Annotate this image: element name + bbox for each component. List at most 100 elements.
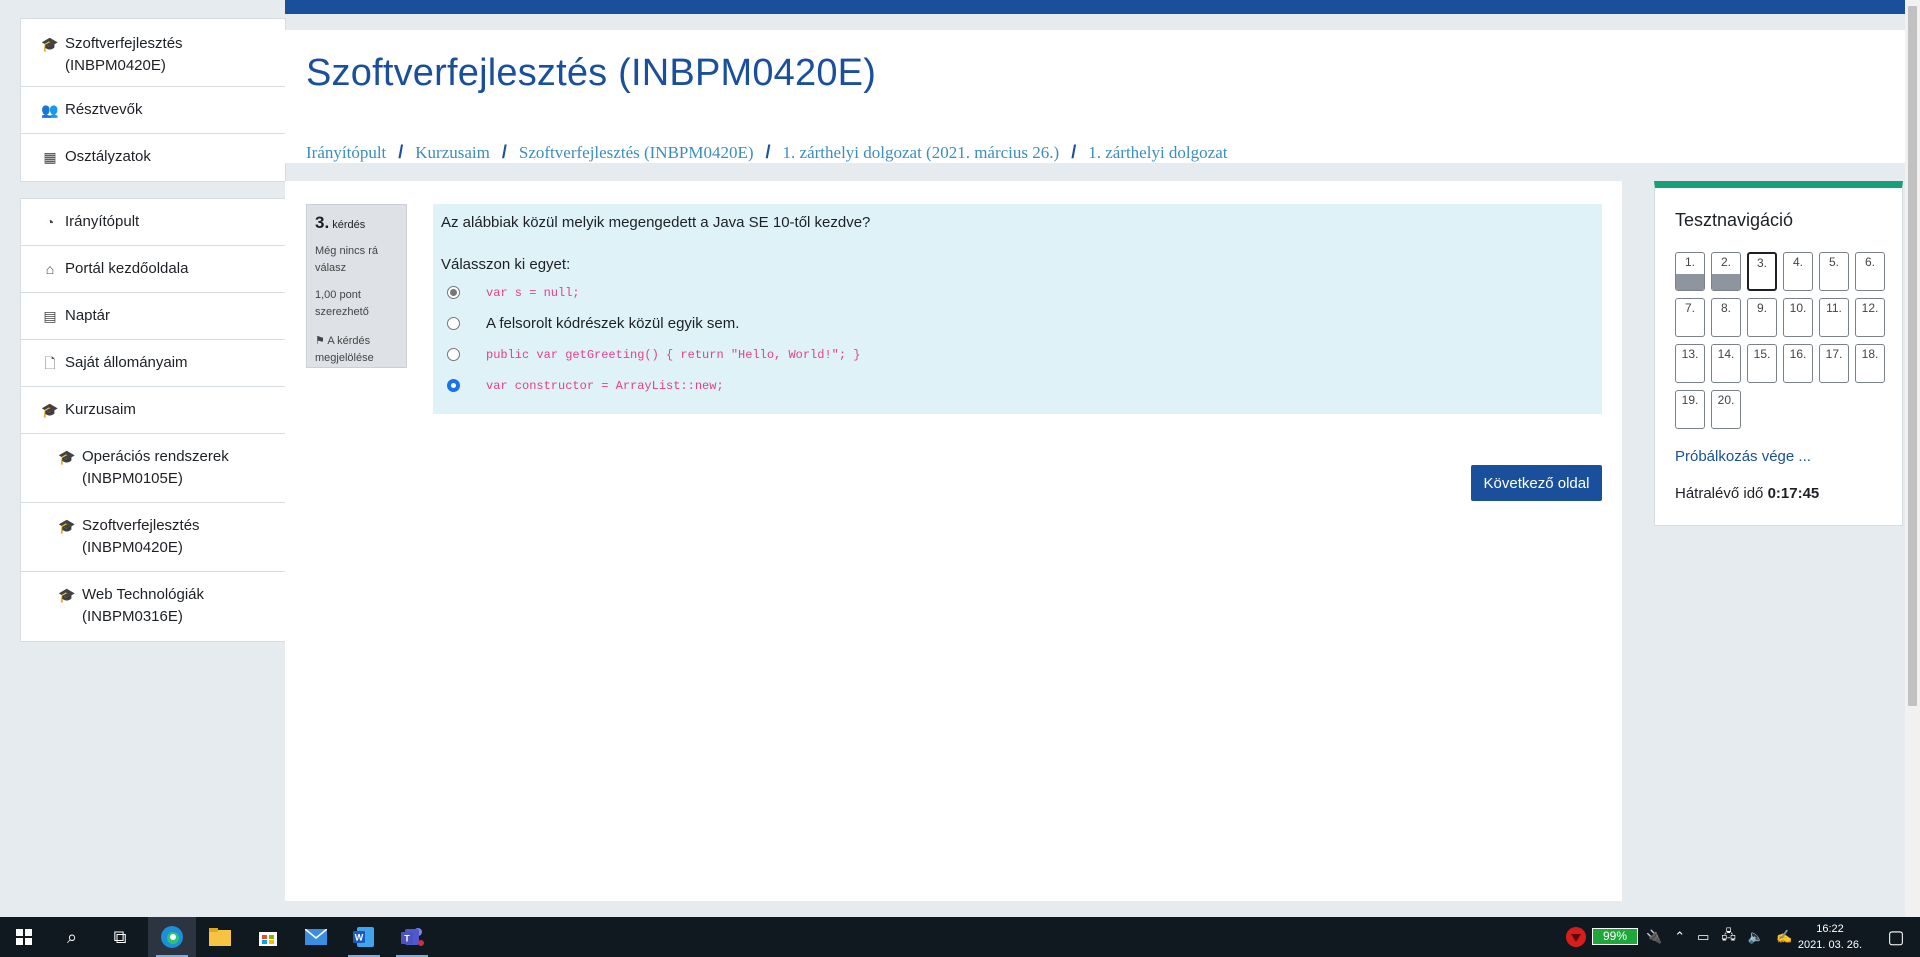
- power-plug-icon[interactable]: 🔌: [1646, 929, 1662, 945]
- word-icon[interactable]: W: [340, 917, 388, 957]
- answer-option-2[interactable]: A felsorolt kódrészek közül egyik sem.: [441, 308, 1594, 339]
- system-tray-icons: 🔌 ⌃ ▭ 🖧 🔈 ✍: [1646, 917, 1792, 957]
- quiz-nav-button[interactable]: 20.: [1711, 390, 1741, 429]
- battery-indicator[interactable]: 99%: [1592, 928, 1638, 945]
- quiz-nav-button[interactable]: 18.: [1855, 344, 1885, 383]
- drawer-item-site-home[interactable]: ⌂ Portál kezdőoldala: [21, 246, 285, 293]
- quiz-navigation: Tesztnavigáció 1. 2. 3. 4. 5. 6. 7. 8. 9…: [1654, 181, 1903, 526]
- quiz-nav-button[interactable]: 2.: [1711, 252, 1741, 291]
- pen-icon[interactable]: ✍: [1776, 929, 1792, 945]
- quiz-nav-button[interactable]: 5.: [1819, 252, 1849, 291]
- drawer-item-calendar[interactable]: ▤ Naptár: [21, 293, 285, 340]
- quiz-nav-button[interactable]: 6.: [1855, 252, 1885, 291]
- answer-radio-1[interactable]: [447, 286, 460, 299]
- home-icon: ⌂: [45, 261, 55, 277]
- chevron-up-icon[interactable]: ⌃: [1674, 929, 1685, 945]
- breadcrumb-my-courses[interactable]: Kurzusaim: [415, 143, 490, 162]
- breadcrumb: Irányítópult / Kurzusaim / Szoftverfejleszté…: [306, 142, 1227, 163]
- quiz-nav-button-current[interactable]: 3.: [1747, 252, 1777, 291]
- drawer-item-dashboard[interactable]: ◔ Irányítópult: [21, 199, 285, 246]
- dashboard-icon: ◔: [45, 214, 55, 230]
- quiz-nav-button[interactable]: 10.: [1783, 298, 1813, 337]
- svg-text:W: W: [355, 933, 364, 943]
- quiz-nav-button[interactable]: 15.: [1747, 344, 1777, 383]
- answer-option-4[interactable]: var constructor = ArrayList::new;: [441, 370, 1594, 401]
- drawer-item-course-web[interactable]: 🎓 Web Technológiák (INBPM0316E): [21, 572, 285, 641]
- drawer-item-course-os[interactable]: 🎓 Operációs rendszerek (INBPM0105E): [21, 434, 285, 503]
- breadcrumb-dashboard[interactable]: Irányítópult: [306, 143, 386, 162]
- graduation-cap-icon: 🎓: [41, 36, 59, 52]
- quiz-nav-button[interactable]: 1.: [1675, 252, 1705, 291]
- quiz-nav-button[interactable]: 17.: [1819, 344, 1849, 383]
- question-info: 3. kérdés Még nincs rá válasz 1,00 pont …: [306, 204, 407, 368]
- network-icon[interactable]: 🖧: [1721, 926, 1736, 948]
- question-text: Az alábbiak közül melyik megengedett a J…: [441, 214, 871, 231]
- battery-icon[interactable]: ▭: [1697, 929, 1709, 945]
- quiz-nav-button[interactable]: 11.: [1819, 298, 1849, 337]
- drawer-item-my-courses[interactable]: 🎓 Kurzusaim: [21, 387, 285, 434]
- flag-question-link[interactable]: ⚑ A kérdés megjelölése: [315, 333, 398, 367]
- next-page-button[interactable]: Következő oldal: [1471, 465, 1602, 501]
- quiz-nav-button[interactable]: 9.: [1747, 298, 1777, 337]
- drawer-item-grades[interactable]: ▦ Osztályzatok: [21, 134, 285, 181]
- file-explorer-icon[interactable]: [196, 917, 244, 957]
- breadcrumb-course[interactable]: Szoftverfejlesztés (INBPM0420E): [519, 143, 754, 162]
- question-points: 1,00 pont szerezhető: [315, 289, 369, 318]
- taskbar-clock[interactable]: 16:22 2021. 03. 26.: [1794, 921, 1866, 953]
- answer-radio-4[interactable]: [447, 379, 460, 392]
- answer-radio-2[interactable]: [447, 317, 460, 330]
- calendar-icon: ▤: [43, 308, 57, 324]
- question-content: Az alábbiak közül melyik megengedett a J…: [433, 204, 1602, 414]
- quiz-nav-button[interactable]: 4.: [1783, 252, 1813, 291]
- answer-option-1[interactable]: var s = null;: [441, 277, 1594, 308]
- finish-attempt-link[interactable]: Próbálkozás vége ...: [1675, 448, 1811, 465]
- windows-start-icon[interactable]: [0, 917, 48, 957]
- quiz-nav-button[interactable]: 7.: [1675, 298, 1705, 337]
- graduation-cap-icon: 🎓: [58, 518, 76, 534]
- breadcrumb-separator: /: [765, 142, 771, 162]
- breadcrumb-quiz[interactable]: 1. zárthelyi dolgozat: [1088, 143, 1227, 162]
- teams-icon[interactable]: T: [388, 917, 436, 957]
- search-icon[interactable]: ⌕: [48, 917, 96, 957]
- course-nav-block: 🎓 Szoftverfejlesztés (INBPM0420E) 👥 Rész…: [20, 18, 286, 182]
- graduation-cap-icon: 🎓: [41, 402, 59, 418]
- graduation-cap-icon: 🎓: [58, 449, 76, 465]
- quiz-nav-button[interactable]: 12.: [1855, 298, 1885, 337]
- quiz-nav-grid: 1. 2. 3. 4. 5. 6. 7. 8. 9. 10. 11. 12. 1…: [1675, 252, 1895, 436]
- scrollbar-thumb[interactable]: [1908, 6, 1917, 706]
- question-state: Még nincs rá válasz: [315, 245, 378, 274]
- volume-icon[interactable]: 🔈: [1748, 929, 1764, 945]
- table-icon: ▦: [43, 149, 57, 165]
- quiz-nav-button[interactable]: 19.: [1675, 390, 1705, 429]
- taskbar: ⌕ ⧉ W T 99% 🔌 ⌃ ▭ 🖧 🔈 ✍ 16:22 2021. 03. …: [0, 917, 1920, 957]
- breadcrumb-separator: /: [398, 142, 404, 162]
- main-content: 3. kérdés Még nincs rá válasz 1,00 pont …: [285, 181, 1622, 901]
- drawer-item-private-files[interactable]: 🗋 Saját állományaim: [21, 340, 285, 387]
- page-scrollbar[interactable]: [1905, 0, 1920, 917]
- question-number: 3. kérdés: [315, 213, 366, 232]
- drawer-item-participants[interactable]: 👥 Résztvevők: [21, 87, 285, 134]
- drawer-item-course-software[interactable]: 🎓 Szoftverfejlesztés (INBPM0420E): [21, 503, 285, 572]
- edge-browser-icon[interactable]: [148, 917, 196, 957]
- store-icon[interactable]: [244, 917, 292, 957]
- page-header: Szoftverfejlesztés (INBPM0420E) Irányító…: [285, 30, 1905, 163]
- task-view-icon[interactable]: ⧉: [96, 917, 144, 957]
- answer-option-3[interactable]: public var getGreeting() { return "Hello…: [441, 339, 1594, 370]
- mail-icon[interactable]: [292, 917, 340, 957]
- quiz-nav-button[interactable]: 14.: [1711, 344, 1741, 383]
- top-bar: [285, 0, 1905, 14]
- quiz-nav-button[interactable]: 8.: [1711, 298, 1741, 337]
- answer-radio-3[interactable]: [447, 348, 460, 361]
- page-title: Szoftverfejlesztés (INBPM0420E): [306, 52, 877, 94]
- site-nav-block: ◔ Irányítópult ⌂ Portál kezdőoldala ▤ Na…: [20, 198, 286, 642]
- breadcrumb-separator: /: [1071, 142, 1077, 162]
- quiz-nav-button[interactable]: 16.: [1783, 344, 1813, 383]
- answer-prompt: Válasszon ki egyet:: [441, 256, 571, 273]
- graduation-cap-icon: 🎓: [58, 587, 76, 603]
- file-icon: 🗋: [44, 355, 56, 371]
- notification-icon[interactable]: ▢: [1872, 917, 1920, 957]
- quiz-nav-button[interactable]: 13.: [1675, 344, 1705, 383]
- breadcrumb-section[interactable]: 1. zárthelyi dolgozat (2021. március 26.…: [783, 143, 1060, 162]
- breadcrumb-separator: /: [501, 142, 507, 162]
- drawer-item-course[interactable]: 🎓 Szoftverfejlesztés (INBPM0420E): [21, 19, 285, 87]
